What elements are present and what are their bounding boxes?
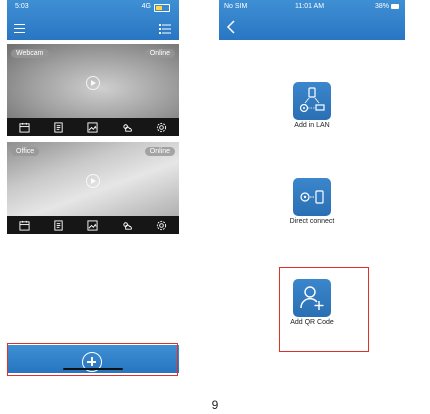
add-device-screen: No SIM 11:01 AM 38% Add in LAN Direct co… (219, 0, 405, 356)
menu-icon[interactable] (14, 24, 25, 34)
home-indicator (63, 368, 123, 370)
option-label: Direct connect (289, 218, 335, 225)
calendar-icon[interactable] (19, 122, 30, 133)
top-header: No SIM 11:01 AM 38% (219, 0, 405, 40)
camera-list-screen: 5:03 4G Webcam Online Office Online (7, 0, 179, 377)
battery-icon (154, 4, 170, 12)
camera-status-badge: Online (144, 147, 175, 156)
option-label: Add in LAN (294, 122, 330, 129)
camera-card-office[interactable]: Office Online (7, 142, 179, 234)
option-label: Add QR Code (290, 319, 334, 326)
camera-card-webcam[interactable]: Webcam Online (7, 44, 179, 136)
list-view-icon[interactable] (159, 24, 171, 34)
camera-toolbar (7, 118, 179, 136)
add-qr-code-option[interactable]: Add QR Code (219, 279, 405, 326)
direct-connect-icon[interactable] (293, 178, 331, 216)
calendar-icon[interactable] (19, 220, 30, 231)
status-carrier: No SIM (224, 3, 248, 10)
status-battery: 38% (374, 3, 389, 10)
settings-icon[interactable] (156, 122, 167, 133)
bottom-bar (7, 345, 179, 373)
weather-icon[interactable] (122, 122, 133, 133)
settings-icon[interactable] (156, 220, 167, 231)
battery-icon (391, 4, 399, 9)
top-header: 5:03 4G (7, 0, 179, 40)
camera-toolbar (7, 216, 179, 234)
play-icon[interactable] (86, 174, 100, 188)
camera-name: Webcam (11, 49, 49, 58)
weather-icon[interactable] (122, 220, 133, 231)
back-chevron-icon[interactable] (225, 20, 237, 34)
camera-name: Office (11, 147, 40, 156)
status-time: 5:03 (15, 3, 29, 10)
document-icon[interactable] (53, 219, 64, 231)
image-icon[interactable] (87, 219, 99, 231)
document-icon[interactable] (53, 121, 64, 133)
add-in-lan-option[interactable]: Add in LAN (219, 82, 405, 129)
lan-camera-icon[interactable] (293, 82, 331, 120)
play-icon[interactable] (86, 76, 100, 90)
image-icon[interactable] (87, 121, 99, 133)
camera-status-badge: Online (144, 49, 175, 58)
status-signal: 4G (141, 3, 151, 10)
status-time: 11:01 AM (295, 3, 325, 10)
direct-connect-option[interactable]: Direct connect (219, 178, 405, 225)
page-number: 9 (211, 398, 219, 412)
add-user-icon[interactable] (293, 279, 331, 317)
